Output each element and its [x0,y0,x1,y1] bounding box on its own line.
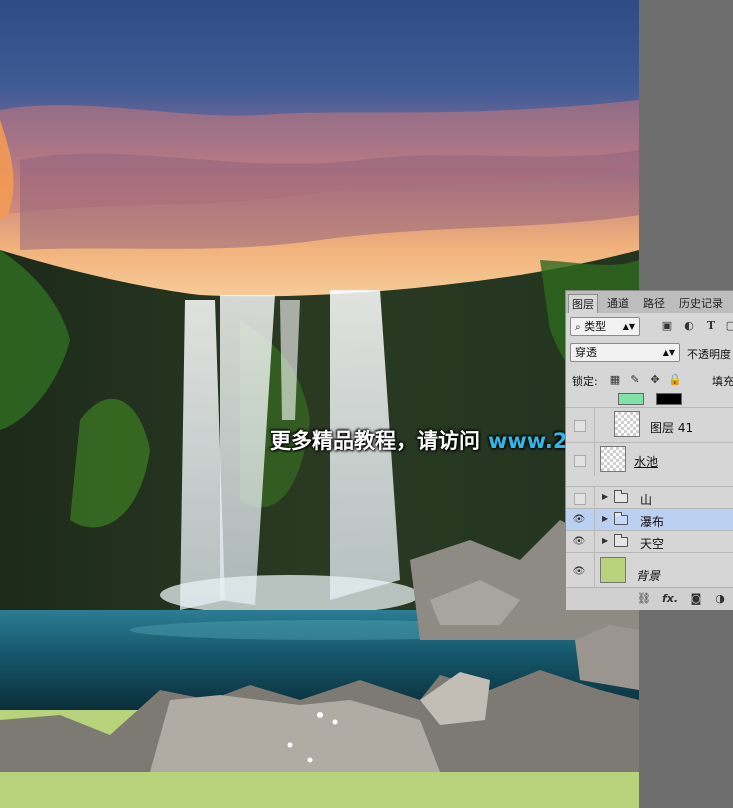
mask-icon[interactable]: ◙ [688,592,704,605]
visibility-toggle[interactable] [574,493,586,505]
layer-row-background[interactable]: 👁 背景 [566,552,733,587]
expand-arrow-icon[interactable]: ▶ [602,492,608,501]
layer-name: 瀑布 [640,515,665,529]
layer-row-partial[interactable] [566,393,733,407]
opacity-label: 不透明度 [687,348,731,361]
tab-paths[interactable]: 路径 [640,294,668,313]
fx-icon[interactable]: fx. [662,592,678,605]
visibility-toggle[interactable] [574,455,586,467]
panel-bottom-bar: ⛓ fx. ◙ ◑ [566,587,733,610]
tab-history[interactable]: 历史记录 [676,294,726,313]
lock-label: 锁定: [572,375,598,388]
layer-row[interactable]: 图层 41 [566,407,733,442]
layer-thumbnail [600,557,626,583]
waterfall-photo [0,0,639,772]
visibility-toggle[interactable] [574,420,586,432]
folder-icon [614,534,628,547]
layer-name: 背景 [636,569,661,583]
blend-mode-select[interactable]: 穿透 ▲▼ [570,343,680,362]
layer-group-row-selected[interactable]: 👁 ▶ 瀑布 [566,508,733,530]
divider [594,443,595,476]
mask-thumbnail [656,393,682,405]
layer-row[interactable]: 水池 [566,442,733,476]
divider [594,487,595,508]
document-canvas[interactable]: 更多精品教程，请访问www.240PS.com [0,0,639,808]
filter-kind-select[interactable]: ⌕ 类型 ▲▼ [570,317,640,336]
folder-icon [614,512,628,525]
layer-thumbnail [614,411,640,437]
folder-icon [614,490,628,503]
lock-all-icon[interactable]: 🔒 [668,373,682,387]
lock-brush-icon[interactable]: ✎ [628,373,642,387]
eye-icon[interactable]: 👁 [572,535,586,548]
layer-thumbnail [618,393,644,405]
divider [594,531,595,552]
expand-arrow-icon[interactable]: ▶ [602,514,608,523]
image-filter-icon[interactable]: ▣ [660,319,674,333]
layer-name: 水池 [634,455,659,469]
blend-mode-label: 穿透 [575,346,597,359]
shape-filter-icon[interactable]: ▢ [724,319,733,333]
eye-icon[interactable]: 👁 [572,565,586,578]
divider [594,509,595,530]
watermark-caption: 更多精品教程，请访问 [270,429,480,453]
panel-tabs: 图层 通道 路径 历史记录 [566,291,733,313]
divider [594,553,595,587]
layer-name: 天空 [640,537,665,551]
stepper-arrows-icon: ▲▼ [622,322,635,331]
tab-channels[interactable]: 通道 [604,294,632,313]
link-icon[interactable]: ⛓ [636,592,652,605]
type-filter-icon[interactable]: T [704,319,718,333]
adjustment-icon[interactable]: ◑ [712,592,728,605]
layer-group-row[interactable]: 👁 ▶ 天空 [566,530,733,552]
lock-transparent-icon[interactable]: ▦ [608,373,622,387]
layer-group-row[interactable]: ▶ 山 [566,486,733,508]
layer-name: 山 [640,493,653,507]
divider [594,408,595,442]
tab-layers[interactable]: 图层 [568,294,598,313]
layer-name: 图层 41 [650,421,694,435]
search-icon: ⌕ [575,322,581,333]
adjustment-filter-icon[interactable]: ◐ [682,319,696,333]
layers-panel: 图层 通道 路径 历史记录 ⌕ 类型 ▲▼ ▣ ◐ T ▢ 穿透 ▲▼ 不透明度… [565,290,733,610]
lock-move-icon[interactable]: ✥ [648,373,662,387]
eye-icon[interactable]: 👁 [572,513,586,526]
fill-label: 填充 [712,375,733,388]
filter-kind-label: 类型 [584,320,607,333]
layer-thumbnail [600,446,626,472]
stepper-arrows-icon: ▲▼ [662,348,675,357]
expand-arrow-icon[interactable]: ▶ [602,536,608,545]
